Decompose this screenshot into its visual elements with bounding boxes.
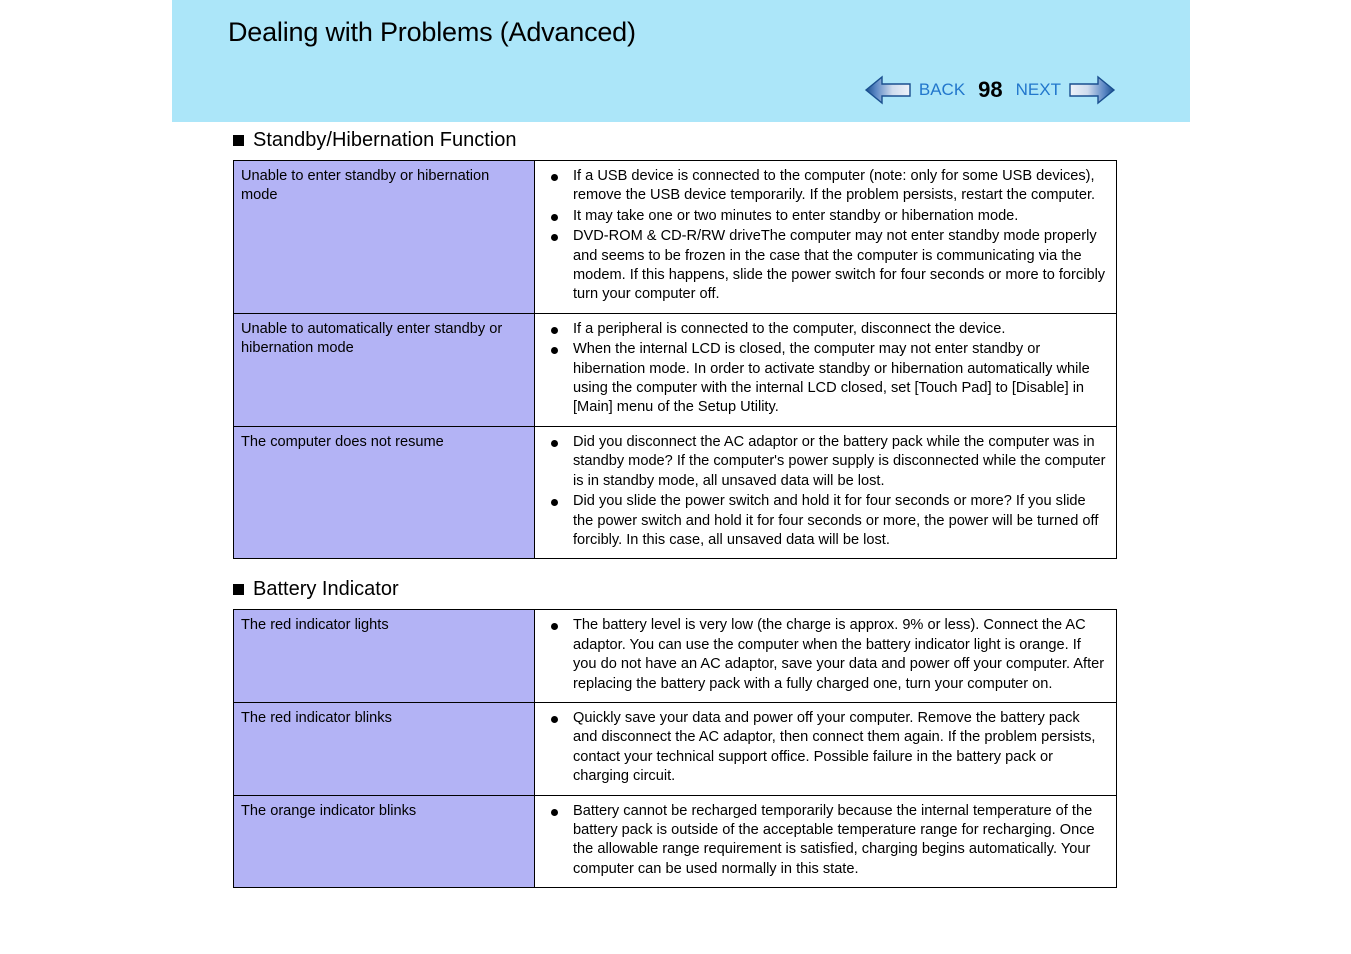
list-item: It may take one or two minutes to enter … — [547, 207, 1106, 226]
problem-label-cell: Unable to automatically enter standby or… — [233, 312, 535, 427]
standby-hibernation-table: Unable to enter standby or hibernation m… — [233, 160, 1117, 560]
list-item: Battery cannot be recharged temporarily … — [547, 802, 1106, 880]
solution-list: Did you disconnect the AC adaptor or the… — [547, 433, 1106, 550]
table-row: Unable to automatically enter standby or… — [233, 312, 1117, 427]
section-heading-standby-hibernation: Standby/Hibernation Function — [233, 128, 1123, 152]
section-heading-label: Battery Indicator — [253, 578, 399, 601]
section-heading-label: Standby/Hibernation Function — [253, 129, 517, 151]
solution-cell: If a USB device is connected to the comp… — [534, 160, 1117, 314]
list-item: Quickly save your data and power off you… — [547, 709, 1106, 787]
problem-label-cell: The red indicator blinks — [233, 701, 535, 796]
square-bullet-icon — [233, 134, 244, 146]
solution-cell: Did you disconnect the AC adaptor or the… — [534, 425, 1117, 560]
next-button-label[interactable]: NEXT — [1009, 80, 1068, 100]
back-button-label[interactable]: BACK — [912, 80, 972, 100]
list-item: If a peripheral is connected to the comp… — [547, 320, 1106, 339]
page-title: Dealing with Problems (Advanced) — [228, 17, 636, 47]
list-item: When the internal LCD is closed, the com… — [547, 340, 1106, 418]
right-arrow-icon[interactable] — [1068, 70, 1116, 110]
problem-label-cell: The computer does not resume — [233, 425, 535, 560]
list-item: Did you slide the power switch and hold … — [547, 492, 1106, 550]
square-bullet-icon — [233, 583, 244, 595]
solution-list: The battery level is very low (the charg… — [547, 616, 1106, 694]
solution-cell: Quickly save your data and power off you… — [534, 701, 1117, 796]
left-arrow-icon[interactable] — [864, 70, 912, 110]
list-item: The battery level is very low (the charg… — [547, 616, 1106, 694]
table-row: The computer does not resume Did you dis… — [233, 425, 1117, 560]
list-item: DVD-ROM & CD-R/RW driveThe computer may … — [547, 227, 1106, 305]
battery-indicator-table: The red indicator lights The battery lev… — [233, 609, 1117, 889]
table-row: Unable to enter standby or hibernation m… — [233, 160, 1117, 314]
table-row: The red indicator lights The battery lev… — [233, 609, 1117, 703]
page-number: 98 — [978, 77, 1003, 102]
list-item: Did you disconnect the AC adaptor or the… — [547, 433, 1106, 491]
navigation-bar: BACK 98 NEXT — [864, 68, 1116, 112]
problem-label-cell: The red indicator lights — [233, 609, 535, 703]
document-content: Standby/Hibernation Function Unable to e… — [233, 128, 1123, 906]
solution-list: Battery cannot be recharged temporarily … — [547, 802, 1106, 880]
solution-list: If a peripheral is connected to the comp… — [547, 320, 1106, 418]
solution-list: If a USB device is connected to the comp… — [547, 167, 1106, 305]
table-row: The orange indicator blinks Battery cann… — [233, 794, 1117, 889]
solution-list: Quickly save your data and power off you… — [547, 709, 1106, 787]
solution-cell: If a peripheral is connected to the comp… — [534, 312, 1117, 427]
section-heading-battery-indicator: Battery Indicator — [233, 577, 1123, 601]
solution-cell: The battery level is very low (the charg… — [534, 609, 1117, 703]
problem-label-cell: Unable to enter standby or hibernation m… — [233, 160, 535, 314]
solution-cell: Battery cannot be recharged temporarily … — [534, 794, 1117, 889]
problem-label-cell: The orange indicator blinks — [233, 794, 535, 889]
list-item: If a USB device is connected to the comp… — [547, 167, 1106, 206]
header-banner: Dealing with Problems (Advanced) BACK 98… — [172, 0, 1190, 122]
table-row: The red indicator blinks Quickly save yo… — [233, 701, 1117, 796]
